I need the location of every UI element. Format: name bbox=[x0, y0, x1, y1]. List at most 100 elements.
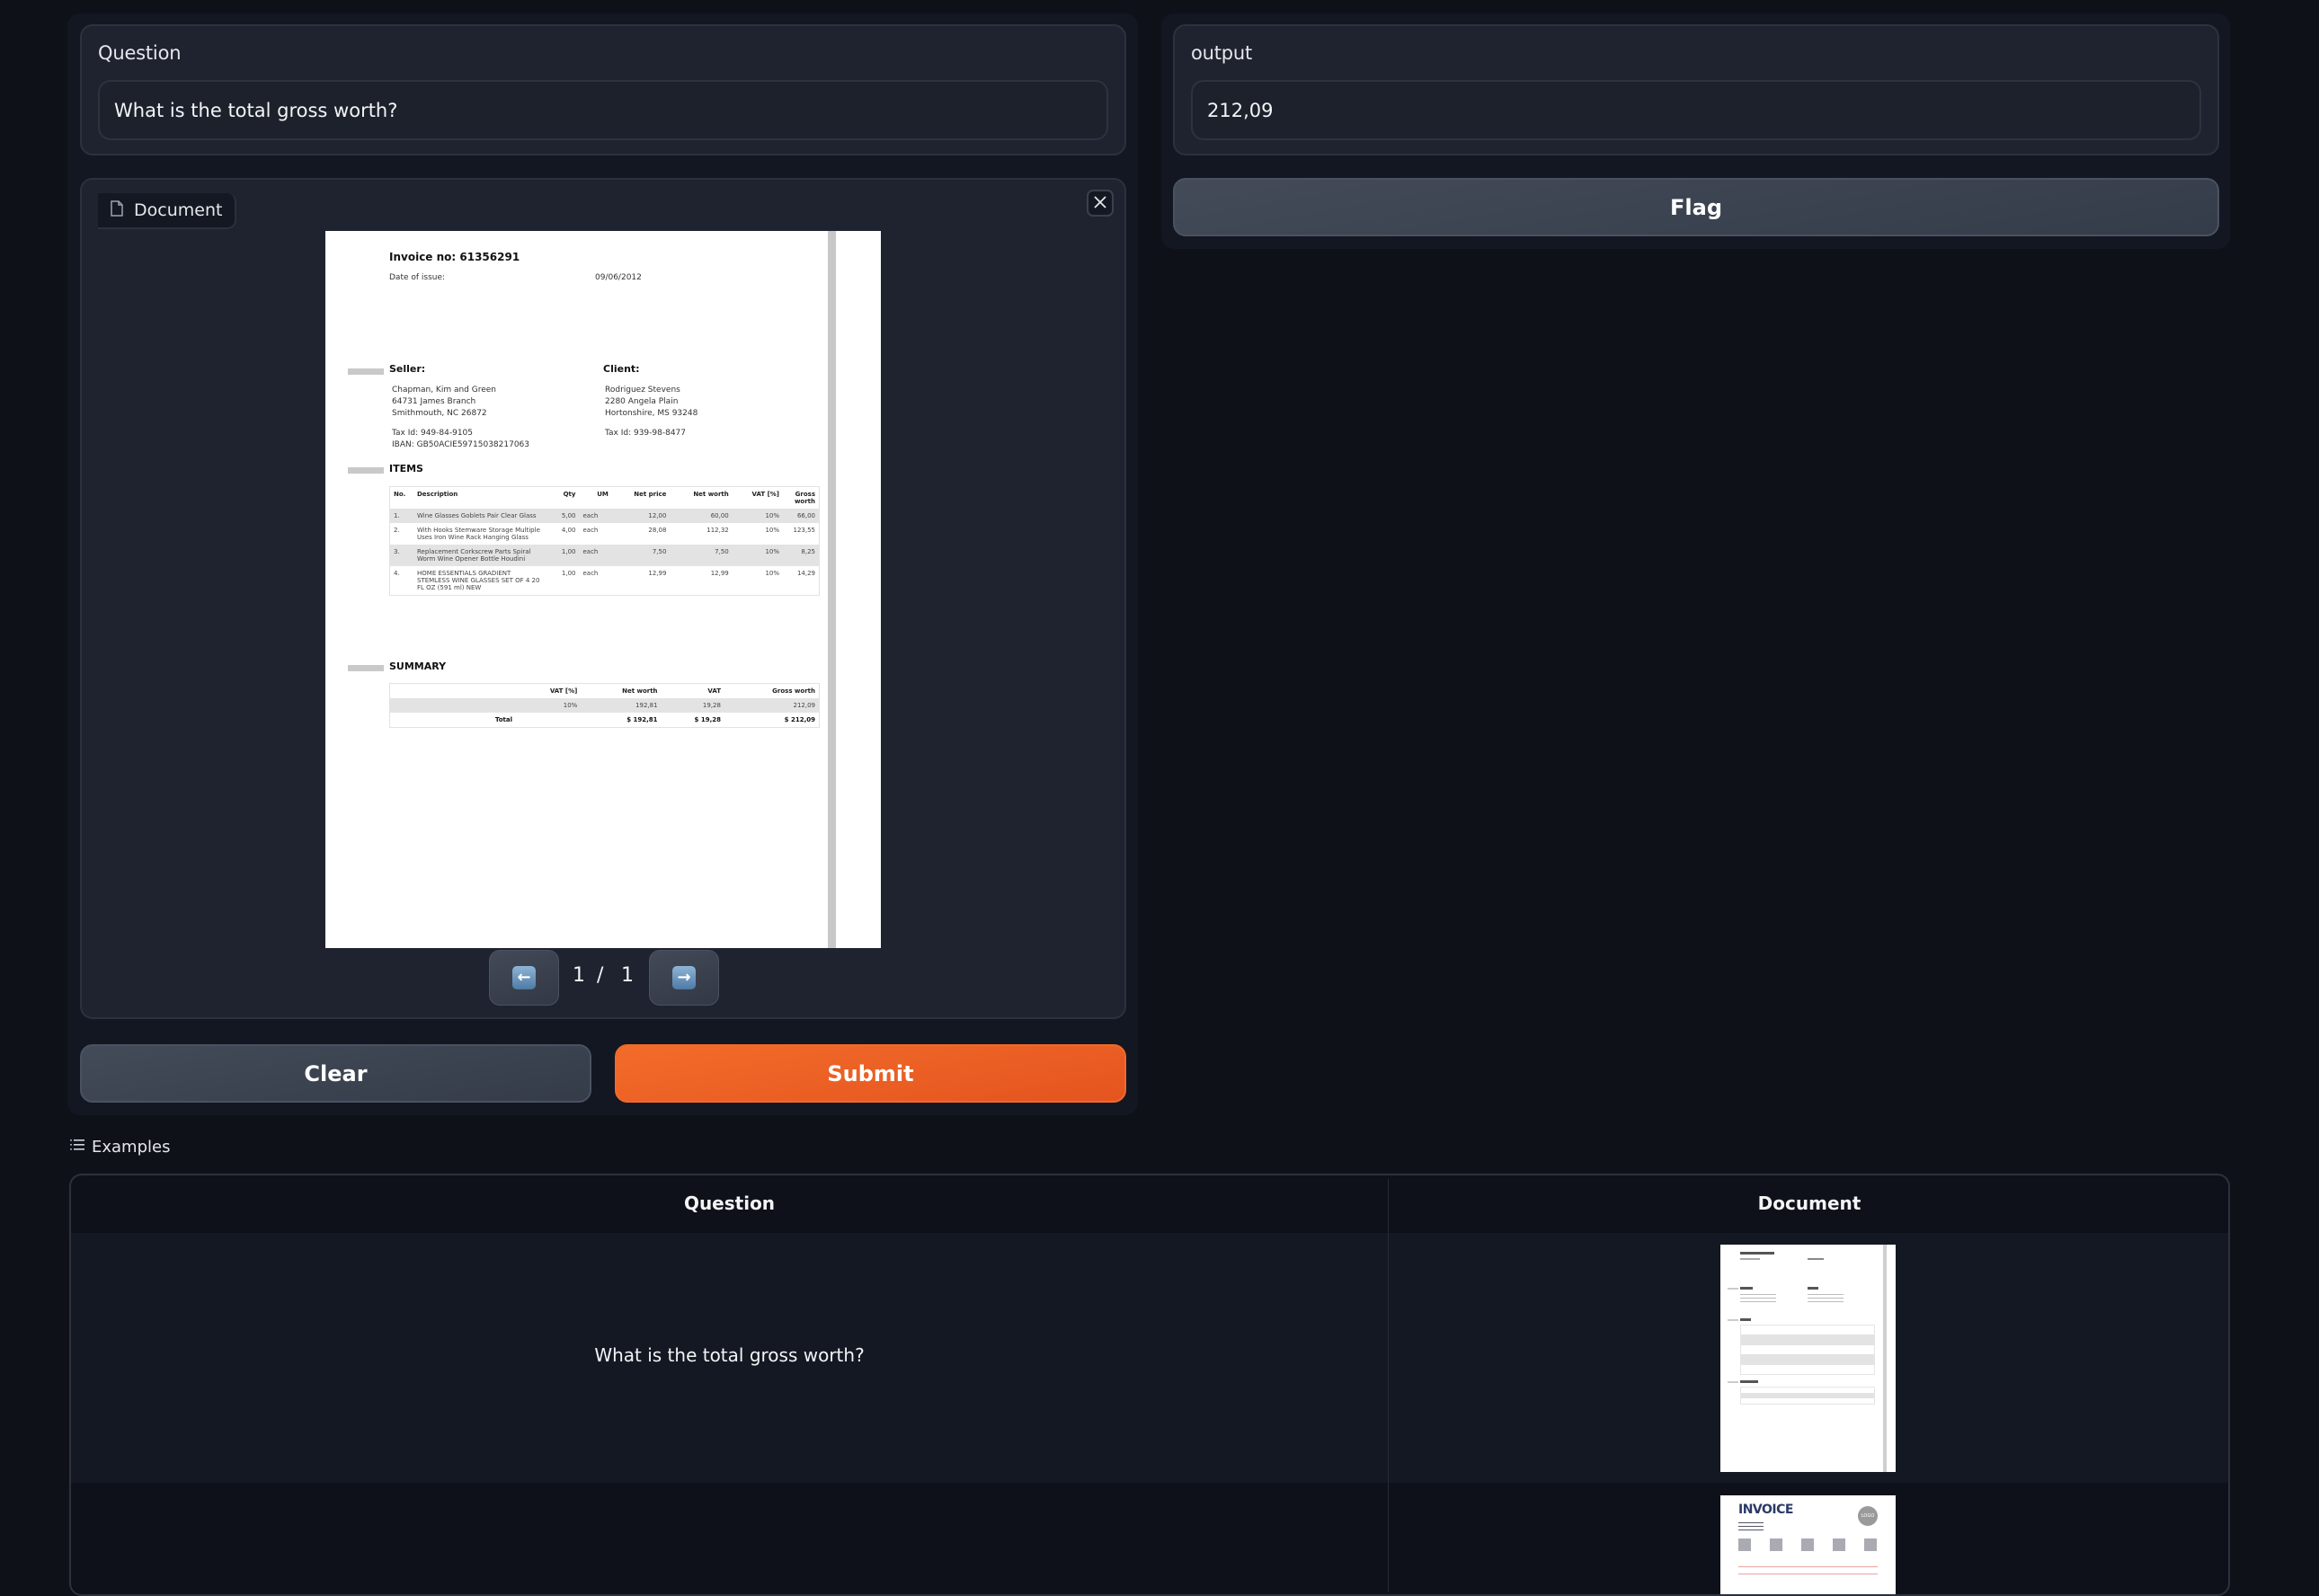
summary-net: 192,81 bbox=[581, 698, 662, 713]
invoice-item-qty: 5,00 bbox=[548, 509, 580, 523]
summary-col-header: VAT [%] bbox=[549, 687, 578, 695]
question-block: Question What is the total gross worth? bbox=[80, 24, 1126, 155]
example-row[interactable]: INVOICE LOGO bbox=[71, 1483, 2228, 1594]
submit-button[interactable]: Submit bbox=[615, 1044, 1126, 1103]
invoice-item-qty: 1,00 bbox=[548, 545, 580, 566]
invoice-item-um: each bbox=[579, 545, 612, 566]
invoice-item-description: Replacement Corkscrew Parts Spiral Worm … bbox=[413, 545, 548, 566]
left-arrow-icon: ← bbox=[512, 966, 536, 989]
output-label: output bbox=[1191, 42, 1253, 64]
client-line: Rodriguez Stevens bbox=[605, 386, 680, 395]
invoice-item-no: 2. bbox=[394, 527, 400, 534]
invoice-item-vat: 10% bbox=[732, 545, 783, 566]
document-label-chip: Document bbox=[98, 193, 237, 229]
document-block: Document Invoice no: 61356291 Date of is… bbox=[80, 178, 1126, 1019]
summary-total-label: Total bbox=[494, 716, 512, 723]
seller-line: Smithmouth, NC 26872 bbox=[392, 409, 487, 418]
invoice-item-no: 1. bbox=[390, 509, 413, 523]
summary-vat-rate: 10% bbox=[516, 698, 582, 713]
invoice-item-qty: 4,00 bbox=[561, 527, 576, 534]
summary-total-gross: $ 212,09 bbox=[784, 716, 815, 723]
prev-page-button[interactable]: ← bbox=[489, 950, 559, 1006]
section-bar bbox=[348, 665, 384, 671]
examples-label: Examples bbox=[92, 1138, 171, 1157]
invoice-item-net-price: 28,08 bbox=[648, 527, 667, 534]
summary-table: VAT [%] Net worth VAT Gross worth 10% 19… bbox=[389, 683, 820, 728]
summary-total-vat: $ 19,28 bbox=[694, 716, 721, 723]
invoice-item-description: HOME ESSENTIALS GRADIENT STEMLESS WINE G… bbox=[417, 570, 540, 591]
output-block: output 212,09 bbox=[1173, 24, 2219, 155]
items-heading: ITEMS bbox=[389, 463, 423, 474]
seller-tax: Tax Id: 949-84-9105 bbox=[392, 429, 473, 438]
invoice-item-gross: 66,00 bbox=[783, 509, 819, 523]
invoice-item-vat: 10% bbox=[765, 570, 779, 577]
invoice-item-net-price: 7,50 bbox=[611, 545, 671, 566]
items-col-header: No. bbox=[394, 491, 406, 498]
examples-header: Examples bbox=[70, 1138, 170, 1157]
invoice-item-um: each bbox=[579, 509, 612, 523]
thumb-logo: LOGO bbox=[1858, 1506, 1878, 1526]
preview-scrollbar[interactable] bbox=[828, 231, 836, 948]
example-document-thumbnail[interactable]: INVOICE LOGO bbox=[1720, 1495, 1896, 1594]
client-line: Hortonshire, MS 93248 bbox=[605, 409, 698, 418]
document-label: Document bbox=[134, 200, 223, 220]
items-col-header: Description bbox=[417, 491, 458, 498]
example-document-thumbnail[interactable] bbox=[1720, 1245, 1896, 1472]
next-page-button[interactable]: → bbox=[649, 950, 719, 1006]
example-row[interactable]: What is the total gross worth? bbox=[71, 1233, 2228, 1483]
items-col-header: Net worth bbox=[693, 491, 729, 498]
invoice-item-net-price: 12,99 bbox=[648, 570, 667, 577]
invoice-item-row: 3. Replacement Corkscrew Parts Spiral Wor… bbox=[390, 545, 819, 566]
invoice-item-qty: 1,00 bbox=[561, 570, 576, 577]
file-icon bbox=[111, 200, 123, 221]
invoice-item-row: 2. With Hooks Stemware Storage Multiple U… bbox=[390, 523, 819, 545]
close-icon bbox=[1094, 195, 1106, 212]
output-textbox[interactable]: 212,09 bbox=[1191, 80, 2201, 140]
invoice-item-um: each bbox=[582, 527, 599, 534]
thumb-invoice-title: INVOICE bbox=[1738, 1503, 1793, 1517]
section-bar bbox=[348, 368, 384, 375]
summary-col-header: Gross worth bbox=[772, 687, 815, 695]
invoice-item-net-worth: 7,50 bbox=[670, 545, 733, 566]
section-bar bbox=[348, 467, 384, 474]
invoice-item-description: With Hooks Stemware Storage Multiple Use… bbox=[417, 527, 540, 541]
client-heading: Client: bbox=[603, 363, 640, 375]
seller-heading: Seller: bbox=[389, 363, 426, 375]
question-input[interactable]: What is the total gross worth? bbox=[98, 80, 1108, 140]
seller-line: 64731 James Branch bbox=[392, 397, 476, 406]
items-col-header: Qty bbox=[563, 491, 576, 498]
invoice-item-vat: 10% bbox=[765, 527, 779, 534]
items-table: No. Description Qty UM Net price Net wor… bbox=[389, 486, 820, 596]
invoice-item-gross: 8,25 bbox=[783, 545, 819, 566]
invoice-item-no: 4. bbox=[394, 570, 400, 577]
document-preview: Invoice no: 61356291 Date of issue: 09/0… bbox=[325, 231, 881, 948]
invoice-item-net-price: 12,00 bbox=[611, 509, 671, 523]
column-divider bbox=[1388, 1233, 1389, 1483]
page-current: 1 bbox=[573, 964, 585, 987]
summary-gross: 212,09 bbox=[724, 698, 819, 713]
invoice-item-um: each bbox=[582, 570, 599, 577]
clear-document-button[interactable] bbox=[1087, 190, 1114, 217]
client-line: 2280 Angela Plain bbox=[605, 397, 679, 406]
page-total: 1 bbox=[621, 964, 634, 987]
items-col-header: Net price bbox=[634, 491, 667, 498]
flag-button[interactable]: Flag bbox=[1173, 178, 2219, 236]
question-label: Question bbox=[98, 42, 182, 64]
invoice-item-no: 3. bbox=[390, 545, 413, 566]
invoice-item-net-worth: 60,00 bbox=[670, 509, 733, 523]
invoice-item-row: 4. HOME ESSENTIALS GRADIENT STEMLESS WINE… bbox=[390, 566, 819, 595]
items-col-header: Gross worth bbox=[794, 491, 815, 505]
invoice-item-vat: 10% bbox=[732, 509, 783, 523]
summary-vat: 19,28 bbox=[661, 698, 724, 713]
invoice-title: Invoice no: 61356291 bbox=[389, 251, 520, 263]
seller-line: Chapman, Kim and Green bbox=[392, 386, 497, 395]
examples-col-document: Document bbox=[1757, 1193, 1861, 1214]
invoice-item-gross: 123,55 bbox=[793, 527, 816, 534]
invoice-date-value: 09/06/2012 bbox=[595, 273, 642, 282]
invoice-date-label: Date of issue: bbox=[389, 273, 446, 282]
clear-button[interactable]: Clear bbox=[80, 1044, 591, 1103]
right-arrow-icon: → bbox=[672, 966, 696, 989]
list-icon bbox=[70, 1138, 84, 1157]
invoice-item-description: Wine Glasses Goblets Pair Clear Glass bbox=[413, 509, 548, 523]
summary-col-header: Net worth bbox=[622, 687, 658, 695]
